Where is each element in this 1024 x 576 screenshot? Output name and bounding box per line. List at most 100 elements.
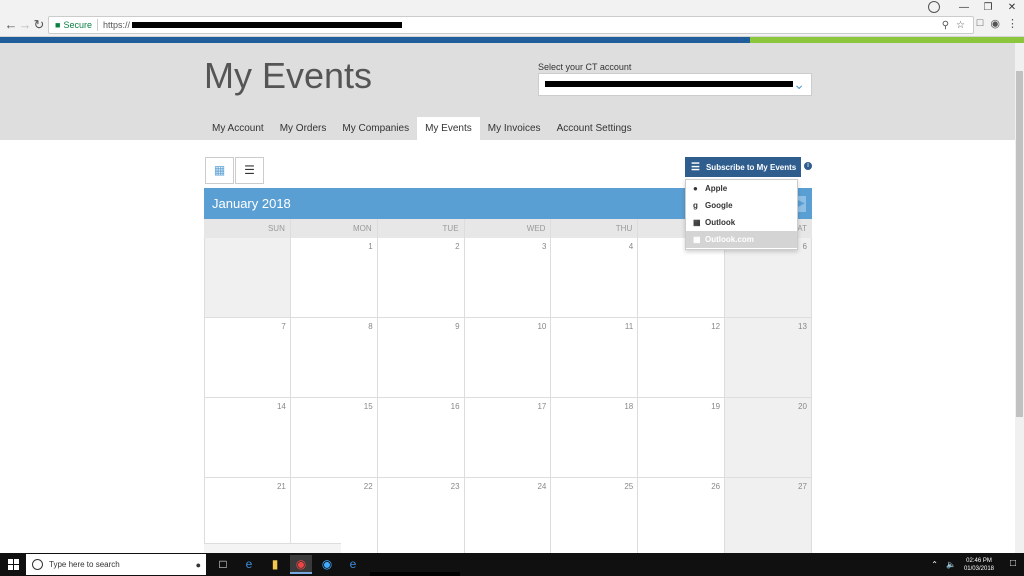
calendar-day[interactable]: 14 <box>204 398 291 478</box>
calendar-day[interactable]: 13 <box>725 318 812 398</box>
extension-icon[interactable]: □ <box>977 17 984 30</box>
calendar-day[interactable]: 25 <box>551 478 639 558</box>
day-number: 27 <box>798 482 807 491</box>
task-view-icon[interactable]: □ <box>212 555 234 574</box>
calendar-day[interactable]: 15 <box>290 398 378 478</box>
subscribe-label: Subscribe to My Events <box>705 162 797 172</box>
cortana-icon <box>32 559 43 570</box>
calendar-day[interactable] <box>204 238 291 318</box>
tab-account-settings[interactable]: Account Settings <box>549 117 640 140</box>
minimize-icon[interactable]: — <box>952 2 976 13</box>
calendar-view-button[interactable]: ▦ <box>205 157 234 184</box>
notification-icon[interactable]: □ <box>1010 558 1016 569</box>
skype-icon[interactable]: ◉ <box>316 555 338 574</box>
start-windows-icon[interactable] <box>8 559 19 570</box>
chrome-icon[interactable]: ◉ <box>290 555 312 574</box>
redacted-url <box>131 22 402 28</box>
scroll-thumb[interactable] <box>1016 71 1023 417</box>
calendar-day[interactable]: 4 <box>551 238 639 318</box>
rss-icon: ☰ <box>691 161 700 173</box>
day-number: 9 <box>455 322 460 331</box>
close-icon[interactable]: ✕ <box>1000 2 1024 13</box>
calendar-day[interactable]: 3 <box>464 238 552 318</box>
forward-icon[interactable]: → <box>18 17 32 33</box>
calendar-day[interactable]: 26 <box>638 478 726 558</box>
browser-toolbar: ← → ↻ ■ Secure https:// ⚲ ☆ □ ◉ ⋮ <box>0 14 1024 37</box>
redacted-taskbar <box>370 572 460 576</box>
day-number: 23 <box>450 482 460 491</box>
google-icon: g <box>693 201 698 210</box>
calendar-day[interactable]: 9 <box>377 318 465 398</box>
day-number: 15 <box>363 402 373 411</box>
taskbar-search-input[interactable]: Type here to search ● <box>26 554 206 575</box>
tab-my-invoices[interactable]: My Invoices <box>480 117 549 140</box>
weekday-header: TUE <box>377 219 465 238</box>
restore-icon[interactable]: ❐ <box>976 2 1000 13</box>
calendar-day[interactable]: 8 <box>290 318 378 398</box>
tab-my-events[interactable]: My Events <box>417 117 480 140</box>
tab-my-companies[interactable]: My Companies <box>334 117 417 140</box>
edge-icon[interactable]: e <box>238 555 260 574</box>
star-icon[interactable]: ☆ <box>956 20 965 31</box>
calendar-day[interactable]: 27 <box>725 478 812 558</box>
day-number: 13 <box>798 322 807 331</box>
page-scrollbar[interactable] <box>1015 43 1024 553</box>
day-number: 20 <box>798 402 807 411</box>
calendar-day[interactable]: 6 <box>725 238 812 318</box>
subscribe-option-outlook-com[interactable]: ▦ Outlook.com <box>686 231 797 248</box>
eye-icon[interactable]: ◉ <box>990 17 1000 30</box>
day-number: 16 <box>450 402 460 411</box>
volume-icon[interactable]: 🔈 <box>946 560 956 569</box>
profile-icon[interactable]: p <box>928 1 940 13</box>
day-number: 4 <box>628 242 634 251</box>
calendar-day[interactable]: 23 <box>377 478 465 558</box>
day-number: 17 <box>537 402 547 411</box>
calendar-day[interactable]: 12 <box>638 318 726 398</box>
calendar-day[interactable]: 11 <box>551 318 639 398</box>
subscribe-option-google[interactable]: g Google <box>686 197 797 214</box>
list-icon: ☰ <box>244 163 255 177</box>
calendar-day[interactable]: 20 <box>725 398 812 478</box>
calendar-month: January 2018 <box>212 196 291 211</box>
day-number: 25 <box>624 482 634 491</box>
page-title: My Events <box>204 55 373 96</box>
subscribe-dropdown: ● Apple g Google ▦ Outlook ▦ Outlook.com <box>685 179 798 250</box>
calendar-day[interactable]: 16 <box>377 398 465 478</box>
calendar-day[interactable]: 5 <box>638 238 726 318</box>
calendar-day[interactable]: 1 <box>290 238 378 318</box>
day-number: 22 <box>363 482 373 491</box>
account-select[interactable]: ⌄ <box>538 73 812 96</box>
subscribe-option-apple[interactable]: ● Apple <box>686 180 797 197</box>
weekday-header: THU <box>551 219 639 238</box>
tab-my-orders[interactable]: My Orders <box>272 117 335 140</box>
subscribe-button[interactable]: ☰ Subscribe to My Events <box>685 157 801 177</box>
back-icon[interactable]: ← <box>4 17 18 33</box>
calendar-day[interactable]: 7 <box>204 318 291 398</box>
info-icon[interactable]: i <box>804 162 812 170</box>
subscribe-option-outlook[interactable]: ▦ Outlook <box>686 214 797 231</box>
microphone-icon[interactable]: ● <box>196 560 201 570</box>
calendar-day[interactable]: 2 <box>377 238 465 318</box>
internet-explorer-icon[interactable]: e <box>342 555 364 574</box>
day-number: 11 <box>624 322 634 331</box>
taskbar-search-placeholder: Type here to search <box>49 560 120 569</box>
calendar-day[interactable]: 19 <box>638 398 726 478</box>
address-bar[interactable]: ■ Secure https:// ⚲ ☆ <box>48 16 974 34</box>
key-icon[interactable]: ⚲ <box>942 20 949 31</box>
clock[interactable]: 02:46 PM 01/03/2018 <box>964 557 994 573</box>
reload-icon[interactable]: ↻ <box>32 17 46 33</box>
calendar-day[interactable]: 17 <box>464 398 552 478</box>
day-number: 26 <box>711 482 721 491</box>
day-number: 2 <box>455 242 460 251</box>
file-explorer-icon[interactable]: ▮ <box>264 555 286 574</box>
chevron-up-icon[interactable]: ⌃ <box>931 560 938 569</box>
page-header: My Events Select your CT account ⌄ My Ac… <box>0 43 1015 140</box>
calendar-day[interactable]: 18 <box>551 398 639 478</box>
list-view-button[interactable]: ☰ <box>235 157 264 184</box>
calendar-day[interactable]: 10 <box>464 318 552 398</box>
tab-my-account[interactable]: My Account <box>204 117 272 140</box>
menu-icon[interactable]: ⋮ <box>1007 17 1018 30</box>
day-number: 12 <box>711 322 721 331</box>
calendar-day[interactable]: 24 <box>464 478 552 558</box>
lock-icon: ■ <box>55 20 61 30</box>
